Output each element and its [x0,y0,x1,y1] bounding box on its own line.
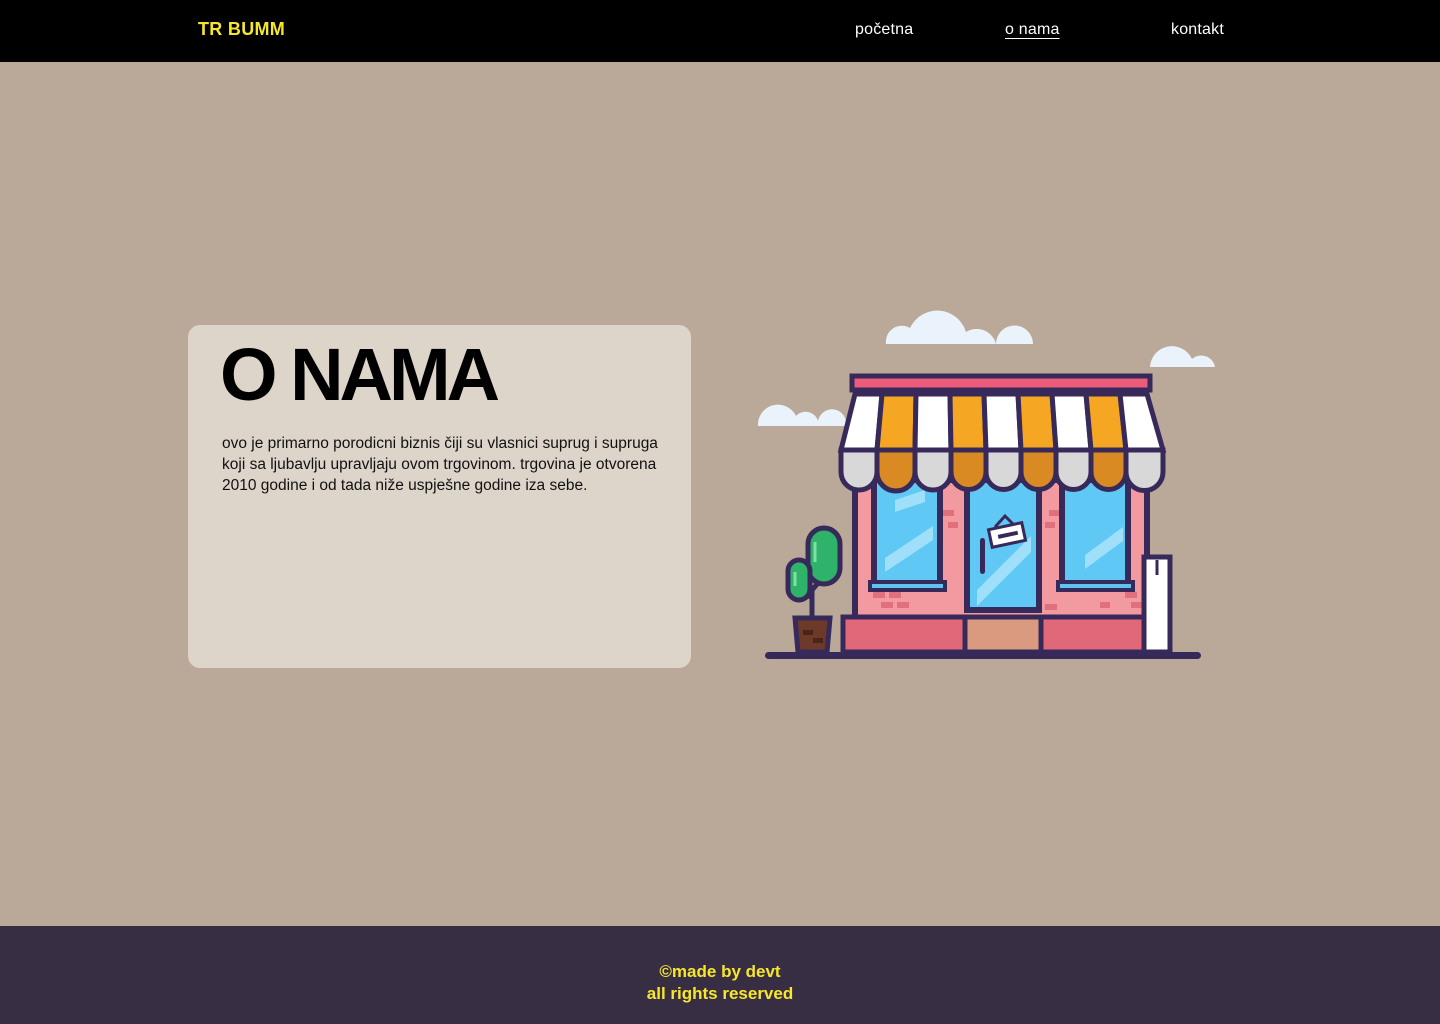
about-card: O NAMA ovo je primarno porodicni biznis … [188,325,691,668]
cloud-icon [1150,346,1215,367]
cloud-icon [757,404,847,426]
top-navigation-bar: TR BUMM početna o nama kontakt [0,0,1440,62]
nav-link-o-nama[interactable]: o nama [1005,21,1060,39]
shop-storefront-illustration [755,290,1220,665]
nav-link-kontakt[interactable]: kontakt [1171,21,1224,39]
page-footer: ©made by devt all rights reserved [0,926,1440,1024]
footer-rights: all rights reserved [646,984,794,1003]
footer-credit: ©made by devt [659,962,781,981]
potted-plant-icon [785,525,843,655]
about-description: ovo je primarno porodicni biznis čiji su… [222,435,658,494]
cloud-icon [885,310,1033,344]
brand-logo[interactable]: TR BUMM [198,19,285,40]
page-title: O NAMA [220,333,500,416]
nav-link-pocetna[interactable]: početna [855,21,913,39]
